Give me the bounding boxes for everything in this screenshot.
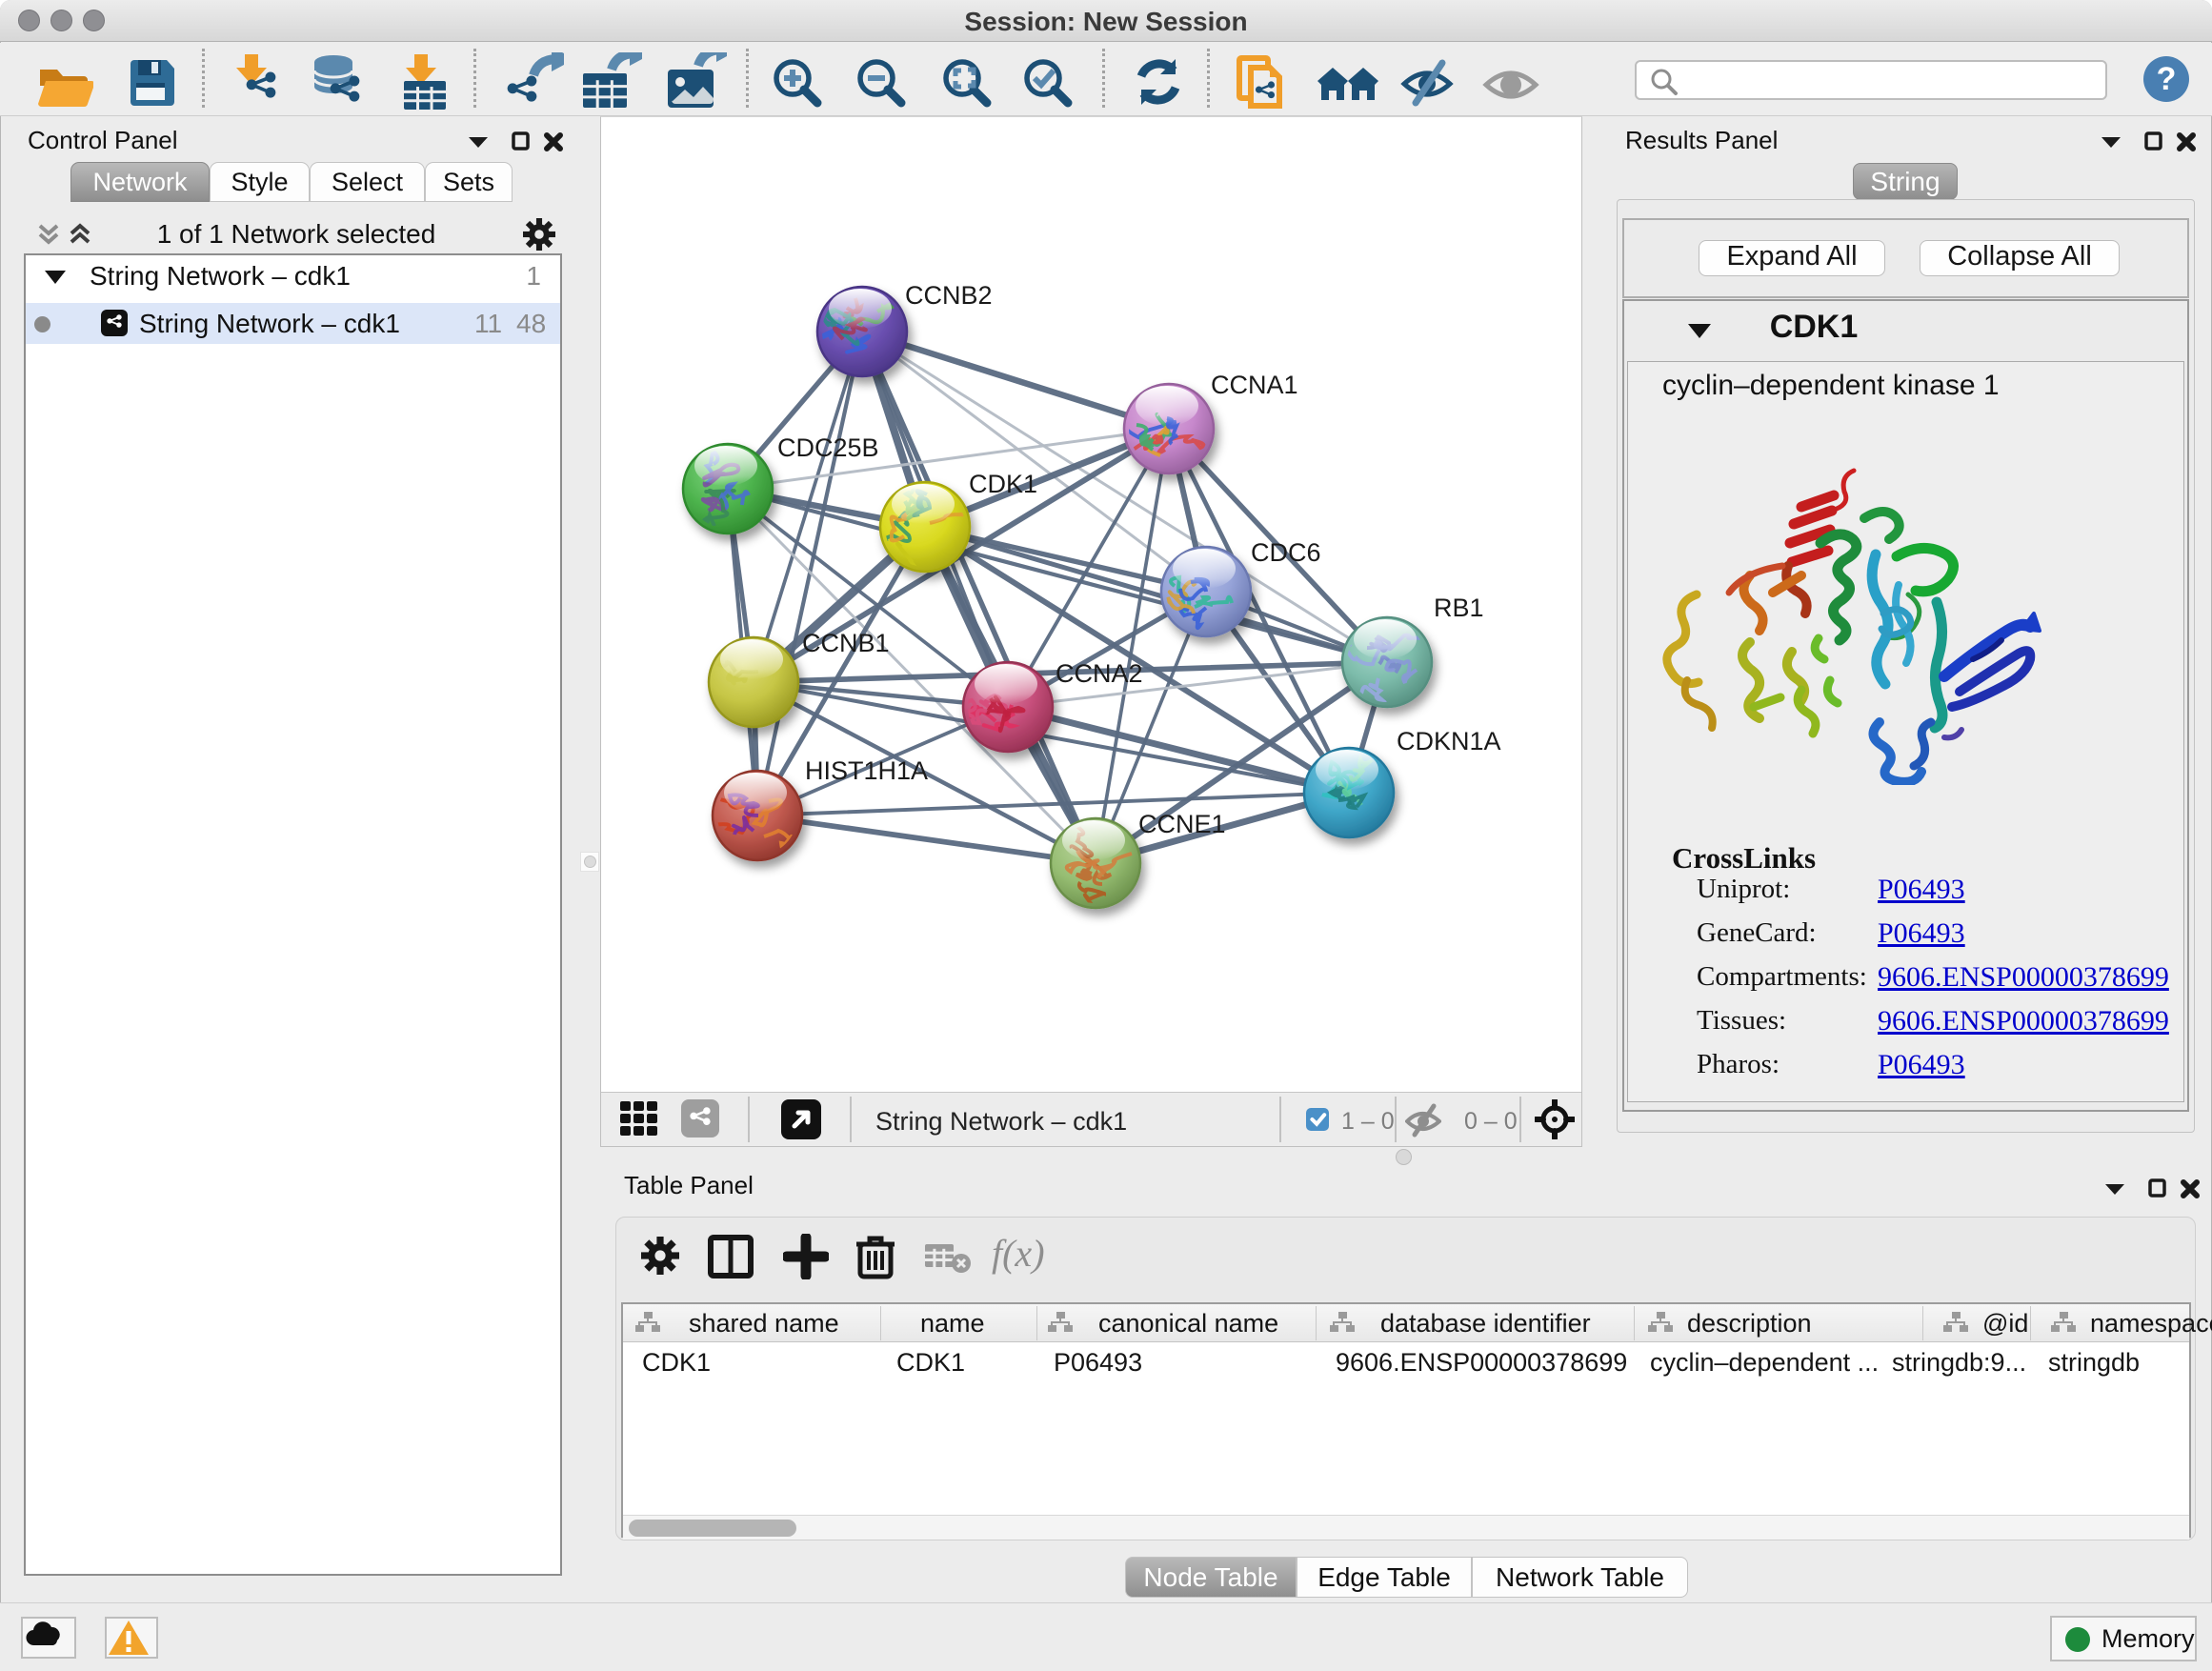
svg-text:CDC6: CDC6 <box>1251 538 1321 567</box>
svg-text:CCNA1: CCNA1 <box>1211 371 1298 399</box>
svg-text:RB1: RB1 <box>1434 594 1484 622</box>
svg-text:HIST1H1A: HIST1H1A <box>805 756 928 785</box>
svg-text:CDK1: CDK1 <box>969 470 1037 498</box>
svg-text:CCNB1: CCNB1 <box>802 629 890 657</box>
svg-text:CDC25B: CDC25B <box>777 433 879 462</box>
svg-text:CCNE1: CCNE1 <box>1138 810 1226 838</box>
svg-text:CDKN1A: CDKN1A <box>1397 727 1501 755</box>
svg-text:CCNB2: CCNB2 <box>905 281 993 310</box>
svg-text:CCNA2: CCNA2 <box>1056 659 1143 688</box>
